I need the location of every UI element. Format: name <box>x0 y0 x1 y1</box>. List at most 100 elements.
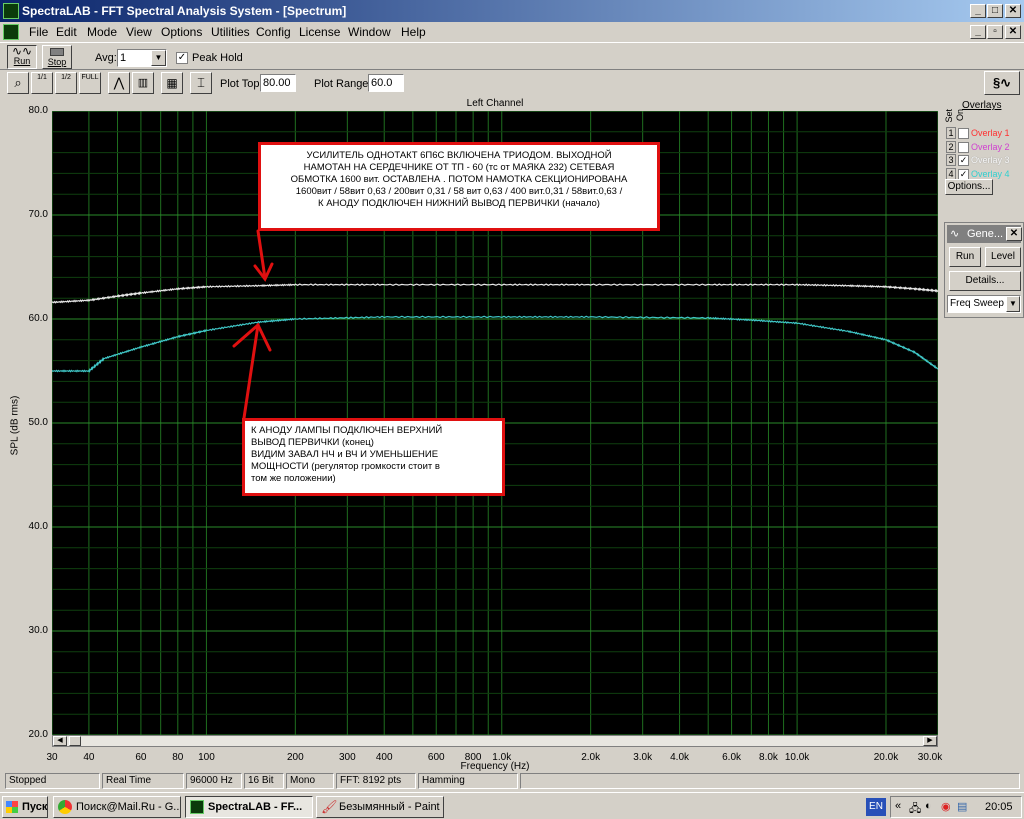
system-tray: « 🖧 ◐ ◉ ▤ 20:05 <box>890 796 1022 818</box>
scroll-left-icon[interactable]: ◀ <box>53 736 67 746</box>
overlay-row: 2 Overlay 2 <box>946 140 1010 154</box>
series-line-1 <box>52 283 938 304</box>
opera-icon[interactable]: ◉ <box>941 800 951 813</box>
overlay-set-button[interactable]: 4 <box>946 167 956 180</box>
flag-icon[interactable]: ▤ <box>957 800 967 813</box>
app-icon <box>3 3 19 19</box>
generator-icon[interactable]: §∿ <box>984 71 1020 95</box>
status-mode: Stopped <box>5 773 100 789</box>
close-button[interactable]: ✕ <box>1005 4 1021 18</box>
bar-graph-icon[interactable]: ▥ <box>132 72 154 94</box>
annotation-top-line: К АНОДУ ПОДКЛЮЧЕН НИЖНИЙ ВЫВОД ПЕРВИЧКИ … <box>318 198 600 209</box>
scroll-thumb[interactable] <box>69 736 81 746</box>
menu-utilities[interactable]: Utilities <box>211 25 250 39</box>
x-scrollbar[interactable]: ◀ ▶ <box>52 735 938 747</box>
menu-help[interactable]: Help <box>401 25 426 39</box>
cursor-icon[interactable]: ⌶ <box>190 72 212 94</box>
tray-expand-icon[interactable]: « <box>895 800 901 812</box>
network-icon[interactable]: 🖧 <box>909 800 921 819</box>
avg-value: 1 <box>120 52 127 64</box>
task-spectralab[interactable]: SpectraLAB - FF... <box>185 796 313 818</box>
menu-license[interactable]: License <box>299 25 340 39</box>
task-paint[interactable]: 🖌 Безымянный - Paint <box>316 796 444 818</box>
chrome-icon <box>58 800 72 814</box>
title-bar: SpectraLAB - FFT Spectral Analysis Syste… <box>0 0 1024 22</box>
maximize-button[interactable]: □ <box>987 4 1003 18</box>
y-tick-label: 50.0 <box>28 417 48 428</box>
avg-label: Avg: <box>95 52 117 64</box>
scroll-right-icon[interactable]: ▶ <box>923 736 937 746</box>
overlay-checkbox[interactable] <box>958 128 969 140</box>
overlay-checkbox[interactable] <box>958 141 969 153</box>
y-tick-label: 80.0 <box>28 105 48 116</box>
mdi-restore-button[interactable]: ▫ <box>987 25 1003 39</box>
chevron-down-icon[interactable]: ▼ <box>151 50 166 66</box>
overlay-set-button[interactable]: 2 <box>946 140 956 153</box>
task-browser[interactable]: Поиск@Mail.Ru - G... <box>53 796 181 818</box>
calculator-icon[interactable]: ▦ <box>161 72 183 94</box>
series-line-2 <box>52 315 938 373</box>
avg-select[interactable]: 1 ▼ <box>117 49 167 67</box>
generator-mode-select[interactable]: Freq Sweep ▼ <box>947 295 1021 313</box>
y-tick-label: 30.0 <box>28 625 48 636</box>
run-button[interactable]: ∿∿ Run <box>7 45 37 69</box>
menu-edit[interactable]: Edit <box>56 25 77 39</box>
windows-logo-icon <box>6 801 18 813</box>
annotation-bottom-line: том же положении) <box>251 473 336 484</box>
generator-title: Gene... <box>967 228 1004 240</box>
annotation-top-line: ОБМОТКА 1600 вит. ОСТАВЛЕНА . ПОТОМ НАМО… <box>290 174 628 185</box>
overlay-label: Overlay 4 <box>971 168 1010 179</box>
menu-config[interactable]: Config <box>256 25 291 39</box>
stop-button[interactable]: Stop <box>42 45 72 69</box>
overlay-checkbox[interactable]: ✓ <box>958 168 969 180</box>
annotation-bottom: К АНОДУ ЛАМПЫ ПОДКЛЮЧЕН ВЕРХНИЙ ВЫВОД ПЕ… <box>242 418 505 496</box>
status-realtime: Real Time <box>102 773 184 789</box>
status-bar: Stopped Real Time 96000 Hz 16 Bit Mono F… <box>0 772 1024 790</box>
x-axis-label: Frequency (Hz) <box>460 761 530 772</box>
minimize-button[interactable]: _ <box>970 4 986 18</box>
status-samplerate: 96000 Hz <box>186 773 242 789</box>
menu-window[interactable]: Window <box>348 25 391 39</box>
overlays-on-label: On <box>955 109 965 122</box>
octave-2-icon[interactable]: 1/2 <box>55 72 77 94</box>
annotation-bottom-line: К АНОДУ ЛАМПЫ ПОДКЛЮЧЕН ВЕРХНИЙ <box>251 425 443 436</box>
generator-level-button[interactable]: Level <box>985 247 1021 267</box>
y-tick-label: 20.0 <box>28 729 48 740</box>
mdi-close-button[interactable]: ✕ <box>1005 25 1021 39</box>
mdi-minimize-button[interactable]: _ <box>970 25 986 39</box>
plot-range-input[interactable]: 60.0 <box>368 74 404 92</box>
status-empty <box>520 773 1020 789</box>
menu-view[interactable]: View <box>126 25 152 39</box>
menu-file[interactable]: File <box>29 25 48 39</box>
generator-details-button[interactable]: Details... <box>949 271 1021 291</box>
plot-top-input[interactable]: 80.00 <box>260 74 296 92</box>
window-title: SpectraLAB - FFT Spectral Analysis Syste… <box>22 4 347 18</box>
volume-icon[interactable]: ◐ <box>925 800 932 812</box>
overlay-checkbox[interactable]: ✓ <box>958 155 969 167</box>
overlay-options-button[interactable]: Options... <box>945 179 993 195</box>
menu-mode[interactable]: Mode <box>87 25 117 39</box>
stop-icon <box>50 48 64 56</box>
start-button[interactable]: Пуск <box>2 796 48 818</box>
zoom-icon[interactable]: ⌕ <box>7 72 29 94</box>
overlay-label: Overlay 1 <box>971 128 1010 138</box>
toolbar-main: ∿∿ Run Stop Avg: 1 ▼ ✓ Peak Hold <box>0 42 1024 70</box>
octave-1-icon[interactable]: 1/1 <box>31 72 53 94</box>
language-indicator[interactable]: EN <box>866 798 886 816</box>
annotation-bottom-line: МОЩНОСТИ (регулятор громкости стоит в <box>251 461 440 472</box>
generator-run-button[interactable]: Run <box>949 247 981 267</box>
menu-options[interactable]: Options <box>161 25 202 39</box>
overlay-set-button[interactable]: 3 <box>946 154 956 166</box>
line-graph-icon[interactable]: ⋀ <box>108 72 130 94</box>
overlay-row: 1 Overlay 1 <box>946 127 1010 140</box>
overlay-set-button[interactable]: 1 <box>946 127 956 139</box>
octave-3-icon[interactable]: FULL <box>79 72 101 94</box>
annotation-top-line: УСИЛИТЕЛЬ ОДНОТАКТ 6П6С ВКЛЮЧЕНА ТРИОДОМ… <box>306 150 612 161</box>
chevron-down-icon[interactable]: ▼ <box>1006 296 1020 312</box>
overlay-label: Overlay 2 <box>971 141 1010 152</box>
annotation-top-line: 1600вит / 58вит 0,63 / 200вит 0,31 / 58 … <box>295 186 623 197</box>
generator-close-button[interactable]: ✕ <box>1006 227 1022 241</box>
annotation-top: УСИЛИТЕЛЬ ОДНОТАКТ 6П6С ВКЛЮЧЕНА ТРИОДОМ… <box>258 142 660 231</box>
status-channels: Mono <box>286 773 334 789</box>
peak-hold-checkbox[interactable]: ✓ <box>176 52 188 64</box>
